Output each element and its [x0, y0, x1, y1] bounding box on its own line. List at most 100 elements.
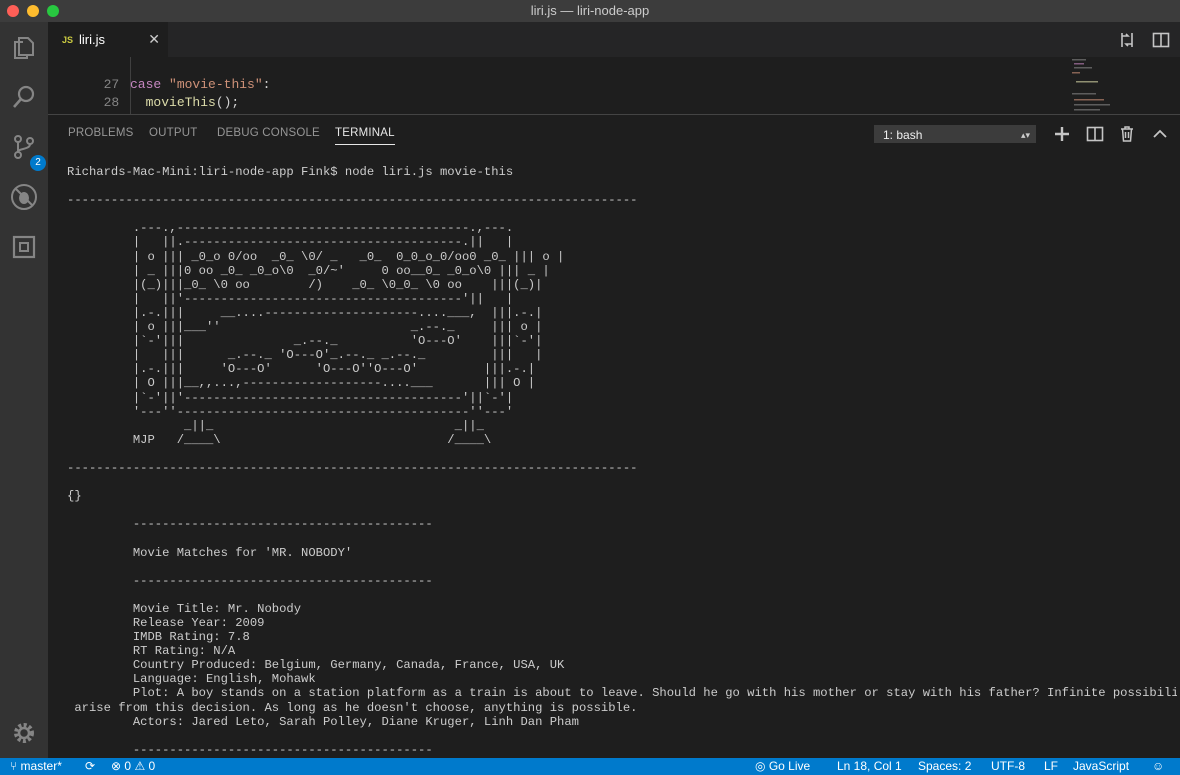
- ascii-art-line: |`-'||| _.--._ 'O---O' |||`-'|: [67, 334, 543, 349]
- error-icon: ⊗: [111, 759, 122, 773]
- ascii-art-line: | ||| _.--._ 'O---O'_.--._ _.--._ ||| |: [67, 348, 543, 363]
- ascii-art-line: | O |||__,,...,-------------------....__…: [67, 376, 536, 391]
- code-text: ();: [215, 95, 240, 110]
- error-count: 0: [124, 759, 132, 773]
- language-mode[interactable]: JavaScript: [1073, 758, 1129, 775]
- settings-gear-icon[interactable]: [8, 717, 40, 749]
- keyword: case: [130, 77, 162, 92]
- terminal-divider: ----------------------------------------…: [67, 742, 433, 757]
- eol-status[interactable]: LF: [1044, 758, 1058, 775]
- terminal-select-dropdown[interactable]: 1: bash ▴▾: [874, 125, 1036, 143]
- ascii-art-line: | o |||___'' _.--._ ||| o |: [67, 320, 543, 335]
- go-live-button[interactable]: ◎ Go Live: [755, 758, 810, 775]
- minimize-window-button[interactable]: [27, 5, 39, 17]
- explorer-icon[interactable]: [8, 32, 40, 64]
- split-terminal-icon[interactable]: [1086, 125, 1104, 143]
- status-bar: ⑂ master* ⟳ ⊗ 0 ⚠ 0 ◎ Go Live Ln 18, Col…: [0, 758, 1180, 775]
- ascii-art-line: |.-.||| __....---------------------...._…: [67, 305, 543, 320]
- movie-detail-line: Release Year: 2009: [67, 616, 265, 630]
- ascii-art-line: | _ |||0 oo _0_ _0_o\0 _0/~' 0 oo__0_ _0…: [67, 263, 550, 278]
- movie-detail-line: Actors: Jared Leto, Sarah Polley, Diane …: [67, 714, 579, 729]
- movie-detail-line: Language: English, Mohawk: [67, 672, 316, 687]
- close-tab-icon[interactable]: ✕: [148, 31, 160, 48]
- movie-detail-line: Plot: A boy stands on a station platform…: [67, 686, 1177, 701]
- code-line: 29 break;: [48, 94, 193, 114]
- bottom-panel: PROBLEMS OUTPUT DEBUG CONSOLE TERMINAL 1…: [48, 114, 1180, 759]
- ascii-art-line: | o ||| _0_o 0/oo _0_ \0/ _ _0_ 0_0_o_0/…: [67, 249, 565, 264]
- branch-status[interactable]: ⑂ master*: [10, 758, 62, 775]
- debug-icon[interactable]: [8, 181, 40, 213]
- terminal-divider: ----------------------------------------…: [67, 193, 638, 208]
- code-line: 28 movieThis();: [48, 76, 240, 110]
- tab-terminal[interactable]: TERMINAL: [335, 127, 395, 145]
- branch-name: master*: [20, 759, 62, 773]
- panel-tab-bar: PROBLEMS OUTPUT DEBUG CONSOLE TERMINAL 1…: [48, 115, 1180, 153]
- function-call: movieThis: [145, 95, 216, 110]
- ascii-art-line: | ||'-----------------------------------…: [67, 291, 514, 306]
- indentation-status[interactable]: Spaces: 2: [918, 758, 971, 775]
- ascii-art-line: |`-'||'---------------------------------…: [67, 390, 514, 405]
- feedback-smiley-icon[interactable]: ☺: [1152, 758, 1164, 775]
- movie-detail-line: IMDB Rating: 7.8: [67, 630, 250, 645]
- minimap[interactable]: [1070, 57, 1130, 114]
- warning-icon: ⚠: [134, 759, 146, 773]
- cursor-position[interactable]: Ln 18, Col 1: [837, 758, 902, 775]
- git-branch-icon: ⑂: [10, 759, 18, 773]
- string-literal: "movie-this": [169, 77, 263, 92]
- search-icon[interactable]: [8, 81, 40, 113]
- terminal-output[interactable]: Richards-Mac-Mini:liri-node-app Fink$ no…: [67, 165, 1177, 759]
- ascii-art-line: '---''----------------------------------…: [67, 404, 514, 419]
- tab-liri-js[interactable]: JS liri.js ✕: [48, 22, 168, 57]
- warning-count: 0: [148, 759, 156, 773]
- terminal-select-value: 1: bash: [883, 128, 923, 142]
- javascript-file-icon: JS: [62, 34, 74, 45]
- extensions-icon[interactable]: [8, 231, 40, 263]
- tab-problems[interactable]: PROBLEMS: [68, 127, 134, 139]
- maximize-panel-chevron-icon[interactable]: [1151, 125, 1169, 143]
- sync-icon[interactable]: ⟳: [85, 758, 95, 775]
- terminal-divider: ----------------------------------------…: [67, 517, 433, 532]
- movie-detail-line: arise from this decision. As long as he …: [67, 700, 638, 715]
- maximize-window-button[interactable]: [47, 5, 59, 17]
- terminal-json-output: {}: [67, 489, 82, 504]
- terminal-divider: ----------------------------------------…: [67, 460, 638, 475]
- tab-label: liri.js: [79, 32, 106, 47]
- movie-matches-header: Movie Matches for 'MR. NOBODY': [67, 545, 353, 560]
- broadcast-icon: ◎: [755, 759, 766, 773]
- tab-output[interactable]: OUTPUT: [149, 127, 197, 139]
- compare-changes-icon[interactable]: [1118, 31, 1136, 49]
- ascii-art-line: | ||.-----------------------------------…: [67, 235, 514, 250]
- editor-tab-bar: JS liri.js ✕: [48, 22, 1180, 57]
- close-window-button[interactable]: [7, 5, 19, 17]
- tab-debug-console[interactable]: DEBUG CONSOLE: [217, 127, 320, 139]
- ascii-art-line: MJP /____\ /____\: [67, 432, 492, 447]
- ascii-art-line: _||_ _||_: [67, 418, 484, 433]
- movie-detail-line: Country Produced: Belgium, Germany, Cana…: [67, 658, 565, 673]
- scm-badge: 2: [30, 155, 46, 171]
- new-terminal-icon[interactable]: [1053, 125, 1071, 143]
- ascii-art-line: |.-.||| 'O---O' 'O---O''O---O' |||.-.|: [67, 362, 536, 377]
- go-live-label: Go Live: [768, 759, 811, 773]
- terminal-divider: ----------------------------------------…: [67, 573, 433, 588]
- activity-bar: 2: [0, 22, 48, 758]
- source-control-icon[interactable]: 2: [8, 131, 46, 171]
- title-bar: liri.js — liri-node-app: [0, 0, 1180, 22]
- window-title: liri.js — liri-node-app: [530, 3, 650, 18]
- problems-status[interactable]: ⊗ 0 ⚠ 0: [111, 758, 155, 775]
- movie-detail-line: Movie Title: Mr. Nobody: [67, 601, 302, 616]
- terminal-command-line: Richards-Mac-Mini:liri-node-app Fink$ no…: [67, 165, 514, 179]
- encoding-status[interactable]: UTF-8: [991, 758, 1025, 775]
- split-editor-icon[interactable]: [1152, 31, 1170, 49]
- code-editor[interactable]: 27case "movie-this": 28 movieThis(); 29 …: [48, 57, 1180, 114]
- trash-icon[interactable]: [1118, 125, 1136, 143]
- code-text: :: [262, 77, 271, 92]
